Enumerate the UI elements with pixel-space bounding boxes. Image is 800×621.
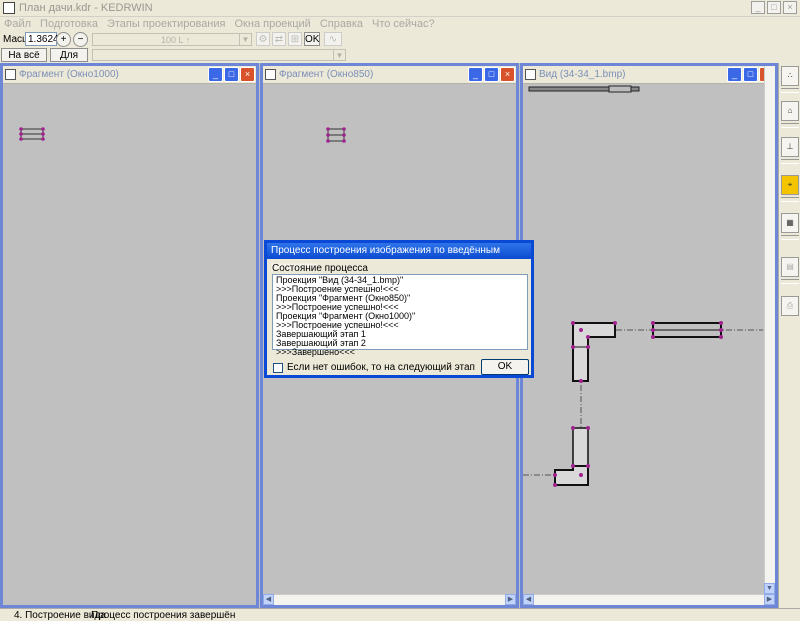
zoom-in-icon[interactable]: + (56, 32, 71, 47)
vertical-scrollbar[interactable]: ▼ (764, 66, 775, 594)
child-maximize-button[interactable]: □ (484, 67, 499, 82)
next-stage-checkbox[interactable] (273, 363, 283, 373)
print-icon[interactable]: ⎙ (781, 296, 799, 316)
process-dialog[interactable]: Процесс построения изображения по введён… (264, 240, 534, 378)
separator (781, 159, 799, 164)
view-drawing (523, 85, 763, 487)
house-icon[interactable]: ⌂ (781, 101, 799, 121)
separator (781, 123, 799, 128)
app-title-bar: План дачи.kdr - KEDRWIN _ □ × (0, 0, 800, 17)
close-button[interactable]: × (783, 1, 797, 14)
scroll-right-icon[interactable]: ▶ (505, 594, 516, 605)
menu-windows[interactable]: Окна проекций (235, 17, 311, 31)
line-type-combo[interactable]: 100 L ↑ ▼ (92, 33, 252, 46)
separator (781, 197, 799, 202)
horizontal-scrollbar[interactable]: ◀ ▶ (523, 594, 775, 605)
view-window-bmp[interactable]: Вид (34-34_1.bmp) _ □ × (520, 63, 778, 608)
child-minimize-button[interactable]: _ (208, 67, 223, 82)
scroll-down-icon[interactable]: ▼ (764, 583, 775, 594)
zoom-out-icon[interactable]: − (73, 32, 88, 47)
scroll-left-icon[interactable]: ◀ (263, 594, 274, 605)
grid-points-icon[interactable]: ∴ (781, 66, 799, 86)
scale-input[interactable]: 1.3624 (25, 32, 59, 46)
menu-file[interactable]: Файл (4, 17, 31, 31)
menu-help[interactable]: Справка (320, 17, 363, 31)
tool-icon-3[interactable]: ⊞ (288, 32, 302, 46)
minimize-button[interactable]: _ (751, 1, 765, 14)
child-title: Фрагмент (Окно850) (279, 69, 374, 80)
separator (781, 279, 799, 284)
child-caption: Фрагмент (Окно1000) _ □ × (3, 66, 256, 84)
fit-window-button[interactable]: На всё окно (1, 48, 47, 74)
toolbar-ok-button[interactable]: OK (304, 32, 320, 46)
process-status-group: Состояние процесса Проекция "Вид (34-34_… (272, 263, 528, 357)
for-all-button[interactable]: Для всех (50, 48, 88, 74)
menu-bar: Файл Подготовка Этапы проектирования Окн… (0, 17, 800, 31)
app-title: План дачи.kdr - KEDRWIN (19, 2, 153, 14)
status-bar: 4. Построение вида Процесс построения за… (0, 608, 800, 621)
right-toolbar: ∴ ⌂ ⊥ ⌖ ▦ ▤ ⎙ (778, 63, 800, 608)
toolbar-row-2: На всё окно Для всех ▼ (0, 48, 800, 74)
child-window-icon (5, 69, 16, 80)
secondary-combo[interactable]: ▼ (92, 49, 346, 61)
menu-stages[interactable]: Этапы проектирования (107, 17, 226, 31)
dimension-icon[interactable]: ⊥ (781, 137, 799, 157)
child-title: Фрагмент (Окно1000) (19, 69, 119, 80)
menu-whats-now[interactable]: Что сейчас? (372, 17, 435, 31)
scroll-right-icon[interactable]: ▶ (764, 594, 775, 605)
status-message: Процесс построения завершён (91, 610, 236, 621)
hatch-icon[interactable]: ▦ (781, 213, 799, 233)
horizontal-scrollbar[interactable]: ◀ ▶ (263, 594, 516, 605)
child-minimize-button[interactable]: _ (468, 67, 483, 82)
fragment-drawing (19, 127, 45, 141)
fragment-window-1000[interactable]: Фрагмент (Окно1000) _ □ × (0, 63, 259, 608)
child-maximize-button[interactable]: □ (224, 67, 239, 82)
drawing-canvas[interactable] (3, 85, 256, 605)
layers-icon[interactable]: ▤ (781, 257, 799, 277)
line-type-value: 100 L ↑ (161, 35, 191, 45)
child-close-button[interactable]: × (240, 67, 255, 82)
separator (781, 235, 799, 240)
chevron-down-icon: ▼ (239, 34, 251, 45)
maximize-button[interactable]: □ (767, 1, 781, 14)
log-line: >>>Завершено<<< (276, 347, 355, 357)
drawing-canvas[interactable] (523, 85, 775, 605)
scroll-left-icon[interactable]: ◀ (523, 594, 534, 605)
child-caption: Вид (34-34_1.bmp) _ □ × (523, 66, 775, 84)
tool-icon-1[interactable]: ⚙ (256, 32, 270, 46)
tool-icon-2[interactable]: ⇄ (272, 32, 286, 46)
dialog-title: Процесс построения изображения по введён… (267, 243, 531, 272)
app-icon (3, 2, 15, 14)
child-close-button[interactable]: × (500, 67, 515, 82)
dialog-ok-button[interactable]: OK (481, 359, 529, 375)
toolbar: Масшт 1.3624 + − 100 L ↑ ▼ ⚙ ⇄ ⊞ OK ∿ (0, 31, 800, 48)
separator (781, 88, 799, 93)
child-maximize-button[interactable]: □ (743, 67, 758, 82)
child-title: Вид (34-34_1.bmp) (539, 69, 626, 80)
construction-icon[interactable]: ⌖ (781, 175, 799, 195)
menu-prepare[interactable]: Подготовка (40, 17, 98, 31)
process-log[interactable]: Проекция "Вид (34-34_1.bmp)" >>>Построен… (272, 274, 528, 357)
next-stage-checkbox-label: Если нет ошибок, то на следующий этап (287, 362, 475, 373)
group-label: Состояние процесса (272, 263, 368, 274)
child-window-icon (265, 69, 276, 80)
wave-icon[interactable]: ∿ (324, 32, 342, 46)
chevron-down-icon: ▼ (333, 50, 345, 60)
child-window-icon (525, 69, 536, 80)
child-minimize-button[interactable]: _ (727, 67, 742, 82)
child-caption: Фрагмент (Окно850) _ □ × (263, 66, 516, 84)
